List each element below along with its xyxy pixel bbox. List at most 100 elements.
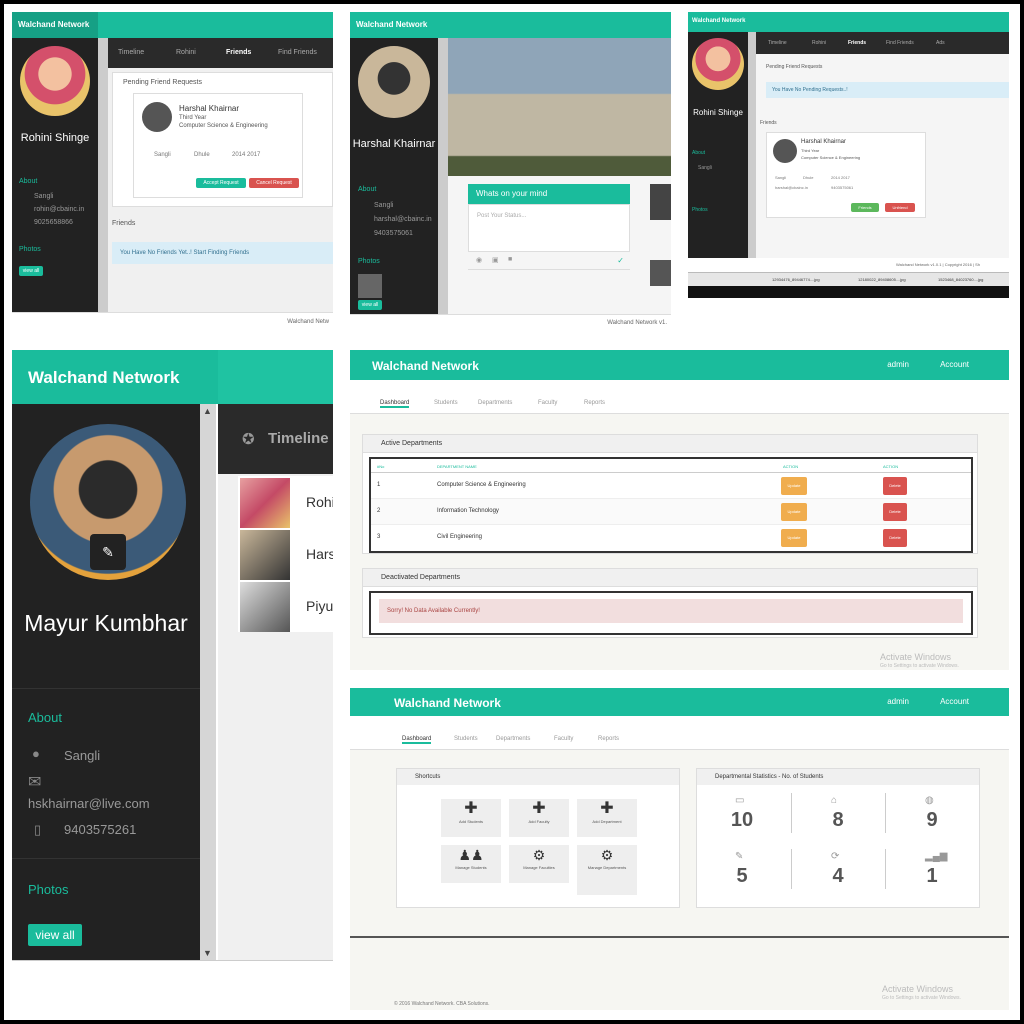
download-item-1[interactable]: 12934476_89446774....jpg xyxy=(772,277,820,282)
view-all-button[interactable]: view all xyxy=(28,924,82,946)
download-item-2[interactable]: 12180022_89408605....jpg xyxy=(858,277,906,282)
friend-photo-1[interactable] xyxy=(240,478,290,528)
scrollbar[interactable] xyxy=(438,38,448,314)
edit-photo-icon[interactable]: ✎ xyxy=(90,534,126,570)
friend-name-3[interactable]: Piyu xyxy=(306,598,333,614)
download-item-3[interactable]: 1523468_84023760....jpg xyxy=(938,277,983,282)
shortcut-manage-students[interactable]: ♟♟ Manage Students xyxy=(441,845,501,883)
update-button[interactable]: Update xyxy=(781,477,807,495)
about-phone: 9403575061 xyxy=(374,230,413,237)
account-menu[interactable]: Account xyxy=(940,697,969,706)
friend-thumb-2[interactable] xyxy=(650,260,671,286)
about-city: Sangli xyxy=(64,748,101,763)
friend-name-1[interactable]: Rohi xyxy=(306,494,333,510)
nav-dashboard[interactable]: Dashboard xyxy=(380,400,410,408)
tab-profile[interactable]: Rohini xyxy=(812,40,826,46)
unfriend-button[interactable]: Unfriend xyxy=(885,203,915,212)
update-button[interactable]: Update xyxy=(781,503,807,521)
about-heading: About xyxy=(28,710,62,725)
tab-friends[interactable]: Friends xyxy=(226,49,251,56)
photo-thumb[interactable] xyxy=(358,274,382,298)
friend-name[interactable]: Harshal Khairnar xyxy=(801,139,846,145)
download-bar: 12934476_89446774....jpg 12180022_894086… xyxy=(688,272,1009,286)
tab-bar: Timeline Rohini Friends Find Friends Ads xyxy=(756,32,1009,54)
requester-name[interactable]: Harshal Khairnar xyxy=(179,104,239,113)
cover-photo[interactable] xyxy=(448,38,671,176)
tab-timeline[interactable]: Timeline xyxy=(768,40,787,46)
friend-photo-2[interactable] xyxy=(240,530,290,580)
shortcut-add-department[interactable]: ✚ Add Department xyxy=(577,799,637,837)
check-icon[interactable]: ✓ xyxy=(617,256,624,265)
photos-heading: Photos xyxy=(19,246,41,253)
status-textarea[interactable]: Post Your Status... xyxy=(468,204,630,252)
tab-ads[interactable]: Ads xyxy=(936,40,945,46)
nav-reports[interactable]: Reports xyxy=(598,736,619,742)
scroll-down-icon[interactable]: ▼ xyxy=(203,948,212,958)
nav-bar: Dashboard Students Departments Faculty R… xyxy=(350,380,1009,414)
shortcut-add-faculty[interactable]: ✚ Add Faculty xyxy=(509,799,569,837)
shortcut-add-students[interactable]: ✚ Add Students xyxy=(441,799,501,837)
shortcuts-box: Shortcuts ✚ Add Students ✚ Add Faculty ✚… xyxy=(396,768,680,908)
requester-avatar[interactable] xyxy=(142,102,172,132)
row-no: 2 xyxy=(377,508,381,514)
delete-button[interactable]: Delete xyxy=(883,529,907,547)
friends-button[interactable]: Friends xyxy=(851,203,879,212)
accept-request-button[interactable]: Accept Request xyxy=(196,178,246,188)
location-icon[interactable]: ◉ xyxy=(476,256,482,264)
shortcut-manage-faculties[interactable]: ⚙ Manage Faculties xyxy=(509,845,569,883)
tab-friends[interactable]: Friends xyxy=(848,40,866,46)
cancel-request-button[interactable]: Cancel Request xyxy=(249,178,299,188)
nav-dashboard[interactable]: Dashboard xyxy=(402,736,432,744)
nav-faculty[interactable]: Faculty xyxy=(538,400,557,406)
scrollbar[interactable] xyxy=(748,32,756,258)
update-button[interactable]: Update xyxy=(781,529,807,547)
brand-label[interactable]: Walchand Network xyxy=(18,20,89,29)
view-all-button[interactable]: view all xyxy=(358,300,382,310)
scrollbar[interactable]: ▲ ▼ xyxy=(200,404,216,960)
friend-thumb[interactable] xyxy=(650,184,671,220)
video-icon[interactable]: ■ xyxy=(508,256,512,263)
tab-timeline[interactable]: Timeline xyxy=(118,49,144,56)
deact-title: Deactivated Departments xyxy=(363,569,977,587)
about-city: Sangli xyxy=(34,193,54,200)
admin-link[interactable]: admin xyxy=(887,360,909,369)
image-icon[interactable]: ▣ xyxy=(492,256,499,264)
nav-departments[interactable]: Departments xyxy=(478,400,512,406)
delete-button[interactable]: Delete xyxy=(883,477,907,495)
brand[interactable]: Walchand Network xyxy=(372,359,479,373)
requester-city: Sangli xyxy=(154,152,171,158)
nav-students[interactable]: Students xyxy=(434,400,458,406)
friend-avatar[interactable] xyxy=(773,139,797,163)
taskbar[interactable] xyxy=(688,286,1009,298)
profile-avatar[interactable] xyxy=(692,38,744,90)
account-menu[interactable]: Account xyxy=(940,360,969,369)
view-all-button[interactable]: view all xyxy=(19,266,43,276)
friend-dept: Computer Science & Engineering xyxy=(801,155,861,160)
tab-profile[interactable]: Rohini xyxy=(176,49,196,56)
scrollbar[interactable] xyxy=(98,38,108,312)
brand[interactable]: Walchand Network xyxy=(356,20,427,29)
delete-button[interactable]: Delete xyxy=(883,503,907,521)
shortcut-manage-departments[interactable]: ⚙ Manage Departments xyxy=(577,845,637,895)
tab-find-friends[interactable]: Find Friends xyxy=(886,40,914,46)
top-bar-right xyxy=(218,350,333,404)
top-bar: Walchand Network admin Account xyxy=(350,350,1009,380)
panel-friends-page: Walchand Network Walchand Network Rohini… xyxy=(12,12,333,332)
tab-find-friends[interactable]: Find Friends xyxy=(278,49,317,56)
profile-avatar[interactable] xyxy=(358,46,430,118)
friend-name-2[interactable]: Hars xyxy=(306,546,333,562)
profile-avatar[interactable] xyxy=(20,46,90,116)
friend-photo-3[interactable] xyxy=(240,582,290,632)
timeline-icon[interactable]: ✪ xyxy=(242,430,255,448)
nav-students[interactable]: Students xyxy=(454,736,478,742)
nav-faculty[interactable]: Faculty xyxy=(554,736,573,742)
nav-reports[interactable]: Reports xyxy=(584,400,605,406)
brand[interactable]: Walchand Network xyxy=(28,368,179,388)
col-action-2: ACTION xyxy=(883,464,899,469)
scroll-up-icon[interactable]: ▲ xyxy=(203,406,212,416)
nav-departments[interactable]: Departments xyxy=(496,736,530,742)
tab-timeline[interactable]: Timeline xyxy=(268,430,329,447)
brand[interactable]: Walchand Network xyxy=(692,18,745,24)
brand[interactable]: Walchand Network xyxy=(394,696,501,710)
admin-link[interactable]: admin xyxy=(887,697,909,706)
